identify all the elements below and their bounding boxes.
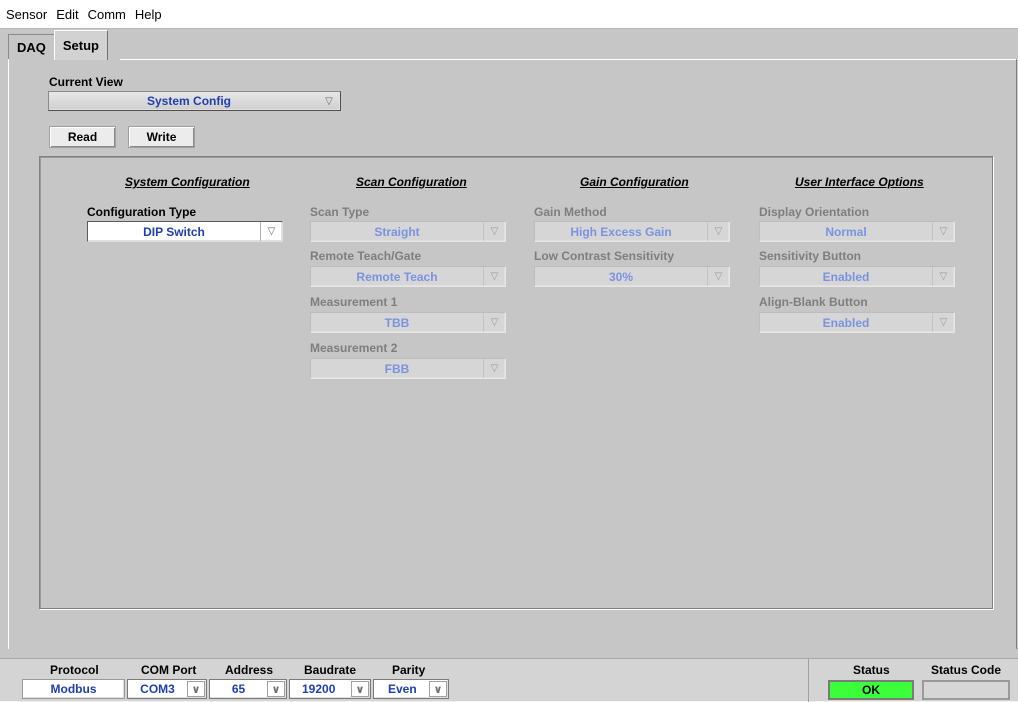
menu-sensor[interactable]: Sensor [6,7,53,22]
app-window: DAQ Setup Current View System Config ▽ R… [0,29,1018,702]
low-contrast-value: 30% [608,269,634,284]
chevron-down-icon[interactable]: ∨ [267,681,285,697]
remote-teach-dropdown[interactable]: Remote Teach ▽ [310,266,506,287]
status-indicator: OK [828,680,914,700]
protocol-label: Protocol [50,663,99,677]
measurement2-value: FBB [384,361,410,376]
current-view-label: Current View [49,75,123,89]
address-value: 65 [231,682,246,696]
triangle-down-icon: ▽ [707,267,729,286]
status-separator [808,659,809,702]
menu-help[interactable]: Help [135,7,168,22]
menu-bar: Sensor Edit Comm Help [0,0,1018,28]
measurement1-value: TBB [384,315,410,330]
scan-type-value: Straight [374,224,420,239]
display-orientation-value: Normal [825,224,867,239]
config-type-dropdown[interactable]: DIP Switch ▽ [87,221,283,242]
measurement2-label: Measurement 2 [310,341,398,355]
baudrate-label: Baudrate [304,663,357,677]
status-label: Status [853,663,890,677]
measurement1-label: Measurement 1 [310,295,398,309]
low-contrast-label: Low Contrast Sensitivity [534,249,675,263]
parity-combo[interactable]: Even ∨ [373,679,449,699]
scan-type-label: Scan Type [310,205,370,219]
parity-value: Even [388,682,417,696]
display-orientation-dropdown[interactable]: Normal ▽ [759,221,955,242]
align-blank-label: Align-Blank Button [759,295,868,309]
triangle-down-icon: ▽ [483,222,505,241]
sensitivity-button-value: Enabled [822,269,870,284]
tab-border-left [8,59,9,649]
gain-method-value: High Excess Gain [570,224,672,239]
comport-label: COM Port [141,663,197,677]
comm-status-bar: Protocol Modbus COM Port COM3 ∨ Address … [0,658,1018,702]
gain-config-title: Gain Configuration [580,175,689,189]
config-type-label: Configuration Type [87,205,197,219]
menu-comm[interactable]: Comm [88,7,132,22]
status-code-display [922,680,1010,700]
menu-edit[interactable]: Edit [56,7,84,22]
address-combo[interactable]: 65 ∨ [209,679,287,699]
triangle-down-icon: ▽ [932,313,954,332]
triangle-down-icon: ▽ [483,267,505,286]
chevron-down-icon[interactable]: ∨ [187,681,205,697]
chevron-down-icon[interactable]: ∨ [429,681,447,697]
scan-config-title: Scan Configuration [356,175,467,189]
write-button[interactable]: Write [128,126,195,148]
baudrate-combo[interactable]: 19200 ∨ [289,679,371,699]
remote-teach-value: Remote Teach [356,269,438,284]
tab-border-right [1016,59,1017,649]
gain-method-label: Gain Method [534,205,607,219]
parity-label: Parity [392,663,426,677]
config-type-value: DIP Switch [143,224,205,239]
gain-method-dropdown[interactable]: High Excess Gain ▽ [534,221,730,242]
protocol-value: Modbus [50,682,97,696]
tab-strip: DAQ Setup [8,30,109,60]
baudrate-value: 19200 [302,682,336,696]
align-blank-dropdown[interactable]: Enabled ▽ [759,312,955,333]
comport-combo[interactable]: COM3 ∨ [127,679,207,699]
tab-setup[interactable]: Setup [53,30,109,60]
triangle-down-icon: ▽ [707,222,729,241]
tab-daq[interactable]: DAQ [8,34,55,60]
measurement1-dropdown[interactable]: TBB ▽ [310,312,506,333]
tab-border-top [120,59,1018,60]
triangle-down-icon: ▽ [483,359,505,378]
align-blank-value: Enabled [822,315,870,330]
system-config-title: System Configuration [125,175,250,189]
triangle-down-icon: ▽ [483,313,505,332]
chevron-down-icon[interactable]: ∨ [351,681,369,697]
sensitivity-button-label: Sensitivity Button [759,249,862,263]
triangle-down-icon: ▽ [932,222,954,241]
address-label: Address [225,663,274,677]
triangle-down-icon: ▽ [325,95,333,107]
display-orientation-label: Display Orientation [759,205,870,219]
measurement2-dropdown[interactable]: FBB ▽ [310,358,506,379]
status-code-label: Status Code [931,663,1002,677]
triangle-down-icon: ▽ [260,222,282,241]
comport-value: COM3 [140,682,175,696]
triangle-down-icon: ▽ [932,267,954,286]
low-contrast-dropdown[interactable]: 30% ▽ [534,266,730,287]
scan-type-dropdown[interactable]: Straight ▽ [310,221,506,242]
read-button[interactable]: Read [49,126,116,148]
protocol-display: Modbus [22,679,125,699]
current-view-dropdown[interactable]: System Config ▽ [48,91,341,111]
sensitivity-button-dropdown[interactable]: Enabled ▽ [759,266,955,287]
current-view-value: System Config [147,94,232,108]
remote-teach-label: Remote Teach/Gate [310,249,422,263]
ui-options-title: User Interface Options [795,175,924,189]
